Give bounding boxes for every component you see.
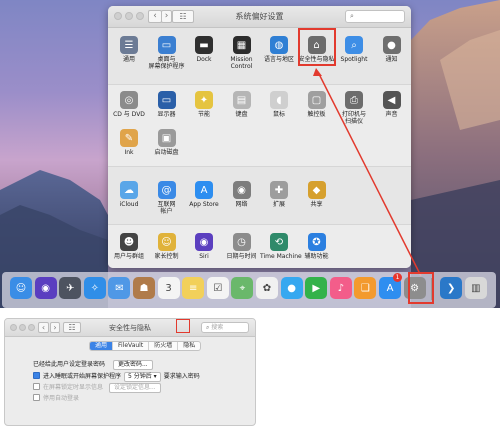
notes-icon[interactable]: ≡: [182, 277, 205, 299]
maps-icon[interactable]: ⌖: [231, 277, 254, 299]
highlight-lock-area: [176, 319, 190, 333]
require-password-row: 进入睡眠或开始屏幕保护程序 5 分钟后 ▾ 要求输入密码: [33, 371, 200, 382]
security-titlebar: ‹ › ☷ 安全性与隐私 ⌕ 搜索: [5, 319, 255, 337]
tab-firewall[interactable]: 防火墙: [149, 342, 179, 350]
security-tabs: 通用 FileVault 防火墙 隐私: [89, 341, 202, 351]
calendar-icon[interactable]: 3: [157, 277, 180, 299]
vscode-icon[interactable]: ❯: [440, 277, 463, 299]
require-password-suffix: 要求输入密码: [163, 373, 200, 380]
show-message-label: 在屏幕锁定时显示信息: [43, 384, 104, 391]
disable-auto-login-checkbox[interactable]: [33, 394, 40, 401]
itunes-icon[interactable]: ♪: [329, 277, 352, 299]
chevron-down-icon: ▾: [153, 373, 157, 380]
search-input[interactable]: ⌕ 搜索: [201, 322, 249, 333]
search-placeholder: 搜索: [211, 324, 224, 331]
trash-icon[interactable]: ▥: [464, 277, 487, 299]
require-password-delay-value: 5 分钟后: [128, 373, 152, 380]
show-message-row: 在屏幕锁定时显示信息 设定锁定信息...: [33, 382, 161, 393]
messages-icon[interactable]: ●: [280, 277, 303, 299]
highlight-dock-system-preferences: [408, 272, 434, 304]
ibooks-icon[interactable]: ❑: [354, 277, 377, 299]
general-pane: 已经给此用户设定登录密码 更改密码... 进入睡眠或开始屏幕保护程序 5 分钟后 …: [33, 355, 243, 419]
contacts-icon[interactable]: ☗: [133, 277, 155, 299]
launchpad-icon[interactable]: ✈: [59, 277, 82, 299]
mail-icon[interactable]: ✉: [108, 277, 131, 299]
require-password-delay-select[interactable]: 5 分钟后 ▾: [124, 372, 161, 382]
password-row: 已经给此用户设定登录密码 更改密码...: [33, 359, 153, 370]
screenshot-stage: ‹ › ☷ 系统偏好设置 ⌕ ☰ 通用 ▭ 桌面与 屏幕保护程序 ▬ Dock ▦ Missi…: [0, 0, 500, 428]
safari-icon[interactable]: ✧: [83, 277, 106, 299]
set-lock-message-button[interactable]: 设定锁定信息...: [108, 383, 161, 393]
require-password-checkbox[interactable]: [33, 372, 40, 379]
tab-filevault[interactable]: FileVault: [113, 342, 150, 350]
security-privacy-window: ‹ › ☷ 安全性与隐私 ⌕ 搜索 通用 FileVault 防火墙 隐私 已经…: [4, 318, 256, 426]
reminders-icon[interactable]: ☑: [206, 277, 229, 299]
disable-auto-login-row: 停用自动登录: [33, 393, 79, 402]
disable-auto-login-label: 停用自动登录: [43, 395, 80, 402]
notification-badge: 1: [393, 273, 402, 282]
photos-icon[interactable]: ✿: [256, 277, 278, 299]
tab-general[interactable]: 通用: [90, 342, 114, 350]
show-message-checkbox[interactable]: [33, 383, 40, 390]
siri-dock-icon[interactable]: ◉: [34, 277, 57, 299]
require-password-label: 进入睡眠或开始屏幕保护程序: [43, 373, 122, 380]
finder-icon[interactable]: ☺: [10, 277, 32, 299]
facetime-icon[interactable]: ▶: [305, 277, 328, 299]
password-label: 已经给此用户设定登录密码: [33, 361, 106, 368]
change-password-button[interactable]: 更改密码...: [112, 360, 153, 370]
tab-privacy[interactable]: 隐私: [178, 342, 200, 350]
